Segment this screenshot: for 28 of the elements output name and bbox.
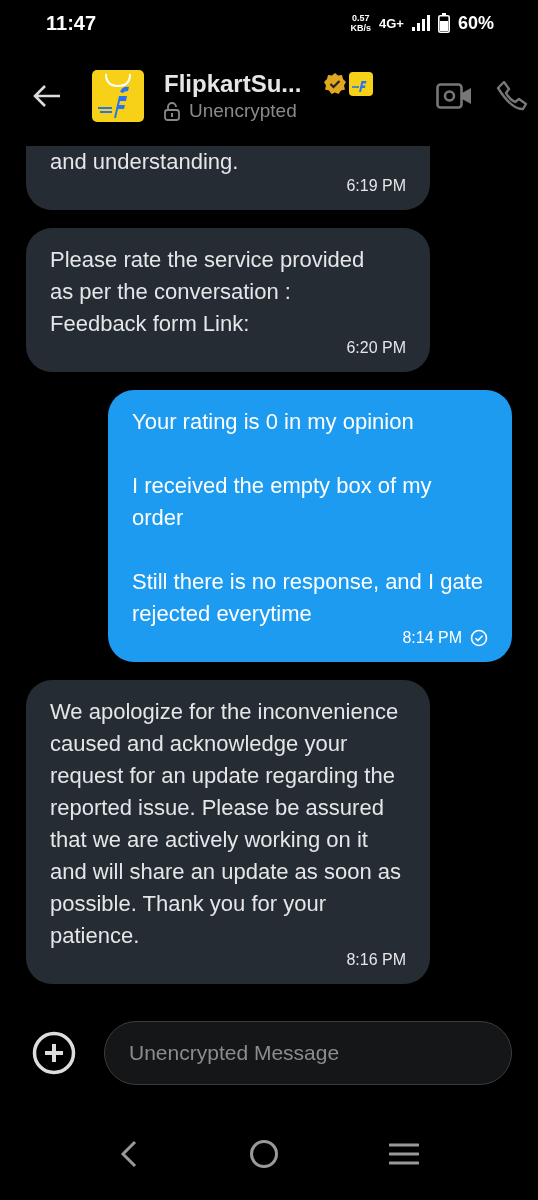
message-text: Please rate the service provided as per the conversation : Feedback form Link:: [50, 247, 365, 336]
message-text: and understanding.: [50, 149, 239, 174]
brand-badge-icon: [349, 72, 374, 96]
network-type: 4G+: [379, 15, 404, 31]
encryption-status: Unencrypted: [189, 100, 297, 122]
message-time: 6:20 PM: [346, 338, 406, 358]
battery-percent: 60%: [457, 12, 494, 34]
message-time: 8:14 PM: [402, 628, 462, 648]
home-nav-icon[interactable]: [249, 1139, 279, 1169]
back-nav-icon[interactable]: [119, 1140, 139, 1168]
shopping-bag-logo[interactable]: [92, 70, 144, 122]
battery-icon: [437, 13, 450, 33]
network-speed-unit: KB/s: [350, 23, 372, 33]
phone-icon[interactable]: [496, 80, 528, 112]
message-time: 8:16 PM: [346, 950, 406, 970]
message-input-field[interactable]: Unencrypted Message: [104, 1021, 512, 1085]
contact-name[interactable]: FlipkartSu...: [164, 70, 302, 98]
menu-icon[interactable]: [389, 1142, 419, 1166]
unlocked-padlock-icon: [164, 101, 180, 121]
video-camera-icon[interactable]: [436, 83, 472, 109]
add-icon[interactable]: [32, 1031, 76, 1075]
message-text: We apologize for the inconvenience caused and acknowledge your request for an update regarding the reported issue. Please be assured that we are actively working on it and will share an update as soon as possible. Thank you for your patience.: [50, 699, 401, 948]
clock-time: 11:47: [46, 11, 97, 35]
message-text: Your rating is 0 in my opinion I received the empty box of my order Still there is no response, and I gate rejected everytime: [132, 409, 483, 626]
signal-icon: [411, 15, 430, 31]
back-arrow-icon[interactable]: [32, 84, 62, 108]
message-time: 6:19 PM: [346, 176, 406, 196]
network-speed: 0.57: [352, 13, 370, 23]
